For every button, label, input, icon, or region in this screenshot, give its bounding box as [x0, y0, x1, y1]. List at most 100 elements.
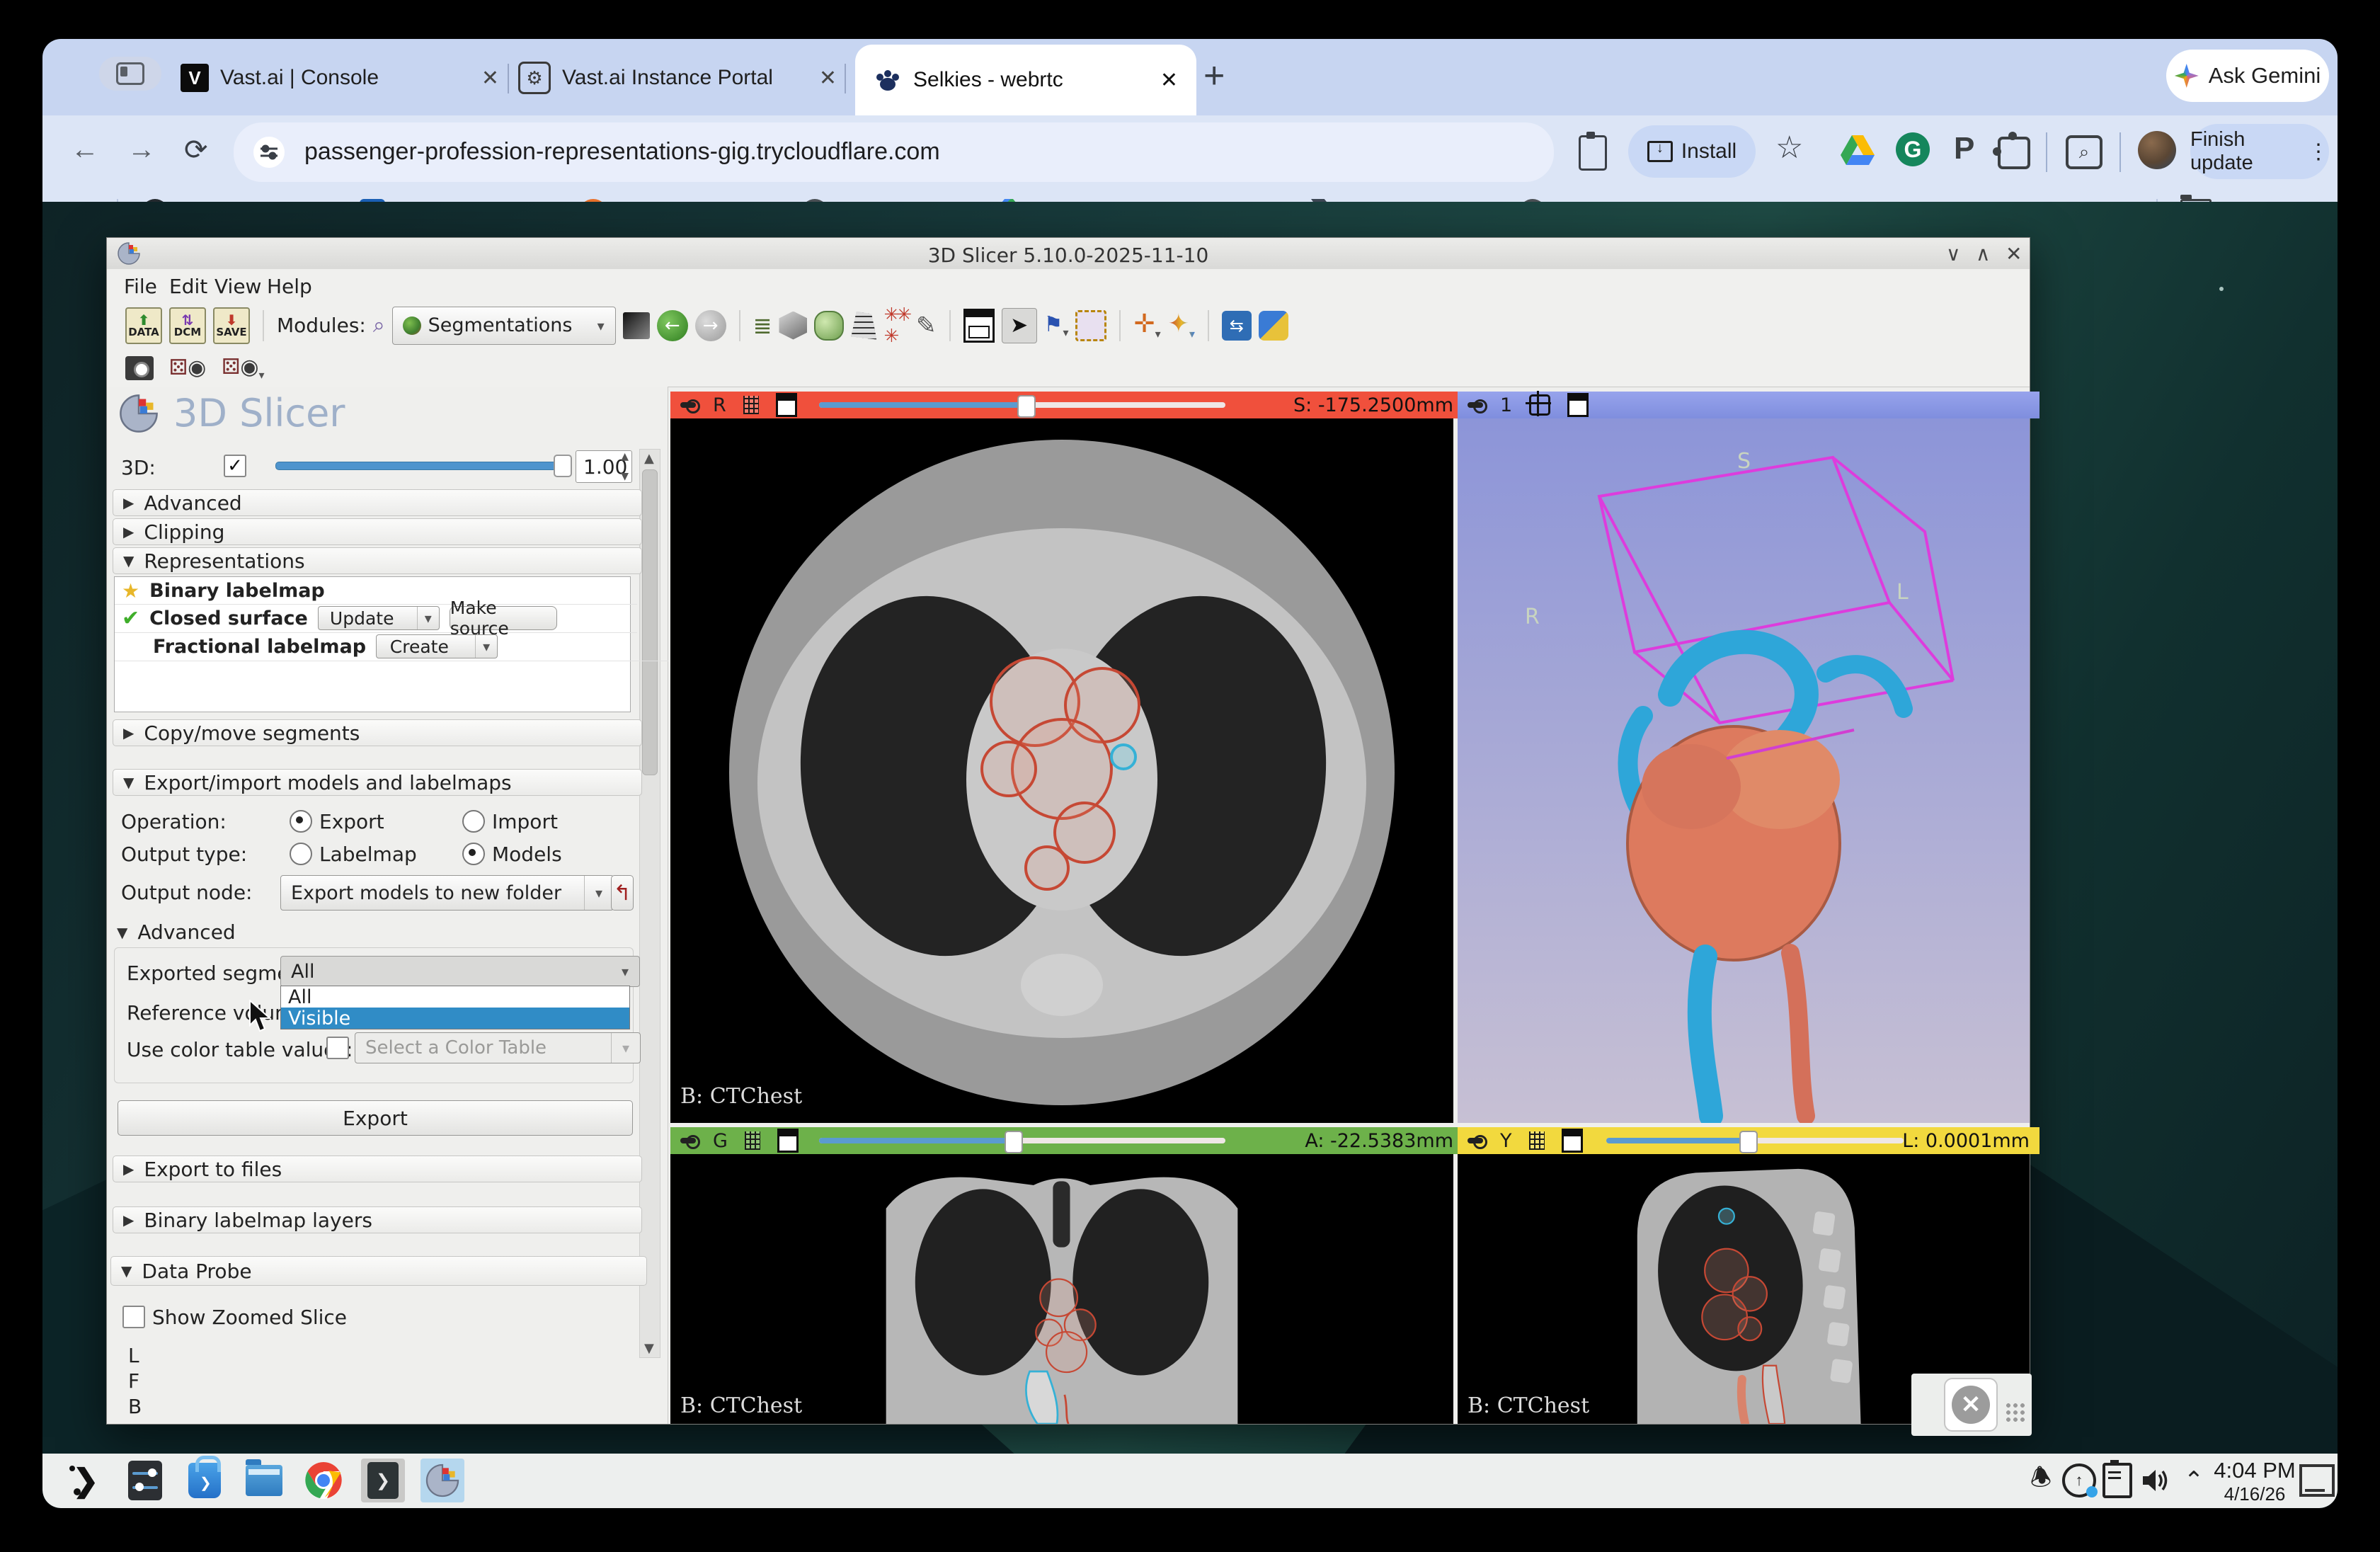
- slice-slider-handle[interactable]: [1005, 1131, 1023, 1153]
- load-data-icon[interactable]: ⬆ DATA: [125, 307, 162, 344]
- mesh-icon[interactable]: [851, 311, 877, 340]
- view-menu-icon[interactable]: [1567, 393, 1589, 417]
- bookmark-star-icon[interactable]: ☆: [1775, 130, 1803, 166]
- overlay-close-inner[interactable]: ✕: [1944, 1378, 1998, 1432]
- slicer-titlebar[interactable]: 3D Slicer 5.10.0-2025-11-10 ∨ ∧ ✕: [107, 238, 2030, 270]
- tab-selkies-active[interactable]: Selkies - webrtc ✕: [855, 45, 1196, 115]
- back-button[interactable]: ←: [71, 134, 99, 166]
- pin-icon[interactable]: [680, 399, 700, 413]
- tab-close-icon[interactable]: ✕: [819, 66, 837, 91]
- exported-segments-dropdown[interactable]: All Visible: [280, 986, 630, 1029]
- clipboard-tray-icon[interactable]: [2095, 1459, 2139, 1502]
- clipboard-icon[interactable]: [1579, 132, 1607, 171]
- use-color-table-checkbox[interactable]: [326, 1037, 349, 1059]
- grammarly-icon[interactable]: G: [1896, 132, 1930, 166]
- tab-vastai-portal[interactable]: ⚙ Vast.ai Instance Portal ✕: [518, 50, 837, 106]
- google-drive-icon[interactable]: [1841, 135, 1875, 166]
- menu-edit[interactable]: Edit: [169, 275, 207, 298]
- volume-sphere-icon[interactable]: [814, 310, 845, 341]
- color-legend-icon[interactable]: ⚑▾: [1044, 312, 1069, 339]
- menu-view[interactable]: View: [214, 275, 261, 298]
- pin-icon[interactable]: [680, 1135, 700, 1149]
- module-history-icon[interactable]: ≣: [753, 312, 772, 339]
- rep-row-binary[interactable]: ★ Binary labelmap: [115, 577, 637, 605]
- slice-link-icon[interactable]: [1528, 1131, 1545, 1150]
- section-export-import[interactable]: ▼ Export/import models and labelmaps: [113, 769, 642, 796]
- scrollbar-thumb[interactable]: [642, 469, 658, 775]
- opacity-spinbox[interactable]: 1.00 ▲ ▼: [576, 450, 632, 483]
- scene-view-capture-icon[interactable]: ⚄◉: [169, 355, 206, 380]
- view-menu-icon[interactable]: [777, 1129, 799, 1153]
- reload-button[interactable]: ⟳: [184, 134, 208, 166]
- save-icon[interactable]: ⬇ SAVE: [213, 307, 250, 344]
- notifications-bell-icon[interactable]: 🕭: [2019, 1459, 2063, 1502]
- operation-export-radio[interactable]: [290, 810, 312, 833]
- tab-search-button[interactable]: [99, 57, 161, 91]
- updates-icon[interactable]: ↑: [2057, 1459, 2101, 1502]
- chrome-icon[interactable]: [302, 1459, 345, 1502]
- module-selector-combo[interactable]: Segmentations ▾: [391, 306, 616, 345]
- rep-row-fractional[interactable]: Fractional labelmap Create ▾: [115, 632, 668, 661]
- extensions-puzzle-icon[interactable]: [1993, 132, 2030, 169]
- threed-view[interactable]: 1 S R L: [1458, 391, 2039, 1123]
- tab-close-icon[interactable]: ✕: [481, 66, 499, 91]
- close-icon[interactable]: ✕: [2006, 242, 2022, 266]
- module-finder-icon[interactable]: [622, 312, 650, 339]
- search-tabs-icon[interactable]: ⌕: [2066, 135, 2102, 169]
- crop-volume-icon[interactable]: [1075, 309, 1107, 341]
- scene-view-menu-icon[interactable]: ⚄◉▾: [222, 355, 264, 382]
- mouse-mode-icon[interactable]: ➤: [1001, 307, 1037, 343]
- slicer-taskbar-icon[interactable]: [420, 1459, 464, 1502]
- slice-slider[interactable]: [819, 1131, 1225, 1153]
- forward-button[interactable]: →: [127, 134, 156, 166]
- screenshot-layout-icon[interactable]: [963, 308, 995, 343]
- section-advanced[interactable]: ▶ Advanced: [113, 489, 642, 516]
- browser-menu-icon[interactable]: ⋮: [2308, 139, 2329, 164]
- menu-help[interactable]: Help: [267, 275, 312, 298]
- output-node-reset-button[interactable]: ↰: [611, 875, 634, 911]
- file-manager-icon[interactable]: [242, 1459, 286, 1502]
- section-export-to-files[interactable]: ▶ Export to files: [113, 1156, 642, 1182]
- terminal-icon[interactable]: ❯: [361, 1459, 405, 1502]
- ask-gemini-button[interactable]: Ask Gemini: [2166, 50, 2329, 102]
- operation-import-radio[interactable]: [462, 810, 485, 833]
- rep-row-closed-surface[interactable]: ✔ Closed surface Update ▾ Make source: [115, 598, 637, 639]
- export-button[interactable]: Export: [118, 1100, 633, 1136]
- views-cube-icon[interactable]: [779, 311, 808, 340]
- fiducial-place-icon[interactable]: ✛▾: [1133, 309, 1160, 341]
- output-models-radio[interactable]: [462, 843, 485, 865]
- threed-checkbox[interactable]: ✓: [224, 455, 246, 477]
- extension-p-icon[interactable]: P: [1954, 131, 1974, 166]
- maximize-icon[interactable]: ∧: [1976, 242, 1991, 266]
- new-tab-button[interactable]: +: [1203, 55, 1225, 97]
- make-source-button[interactable]: Make source: [449, 598, 557, 639]
- exported-segments-combo[interactable]: All ▾: [280, 956, 640, 987]
- panel-scrollbar[interactable]: ▲ ▼: [639, 449, 660, 1358]
- slice-link-icon[interactable]: [744, 1131, 760, 1150]
- scroll-down-icon[interactable]: ▼: [644, 1341, 654, 1356]
- annotations-pen-icon[interactable]: ✎: [916, 312, 937, 340]
- slice-link-icon[interactable]: [743, 396, 759, 414]
- scene-views-icon[interactable]: ✦▾: [1168, 309, 1195, 341]
- address-bar[interactable]: passenger-profession-representations-gig…: [234, 122, 1554, 182]
- minimize-icon[interactable]: ∨: [1946, 242, 1961, 266]
- clock[interactable]: 4:04 PM 4/16/26: [2209, 1458, 2301, 1505]
- create-combo-button[interactable]: Create ▾: [376, 634, 498, 658]
- show-zoomed-slice-checkbox[interactable]: [122, 1306, 145, 1328]
- module-forward-icon[interactable]: →: [694, 309, 726, 341]
- pin-icon[interactable]: [1468, 1135, 1487, 1149]
- markups-icon[interactable]: ✳✳ ✳: [883, 304, 912, 347]
- menu-file[interactable]: File: [124, 275, 157, 298]
- opacity-slider[interactable]: [275, 455, 572, 477]
- scroll-up-icon[interactable]: ▲: [644, 451, 654, 466]
- load-dicom-icon[interactable]: ⇅ DCM: [169, 307, 206, 344]
- section-binary-labelmap-layers[interactable]: ▶ Binary labelmap layers: [113, 1206, 642, 1233]
- slice-slider[interactable]: [819, 395, 1225, 418]
- green-slice-view[interactable]: G A: -22.5383mm B: CTChest: [670, 1127, 1463, 1424]
- url-text[interactable]: passenger-profession-representations-gig…: [304, 138, 940, 166]
- module-search-icon[interactable]: ⌕: [373, 313, 385, 338]
- finish-update-button[interactable]: Finish update ⋮: [2190, 124, 2329, 179]
- slice-slider[interactable]: [1606, 1131, 1904, 1153]
- resize-grip-dots[interactable]: [2005, 1402, 2026, 1423]
- settings-icon[interactable]: [123, 1459, 167, 1502]
